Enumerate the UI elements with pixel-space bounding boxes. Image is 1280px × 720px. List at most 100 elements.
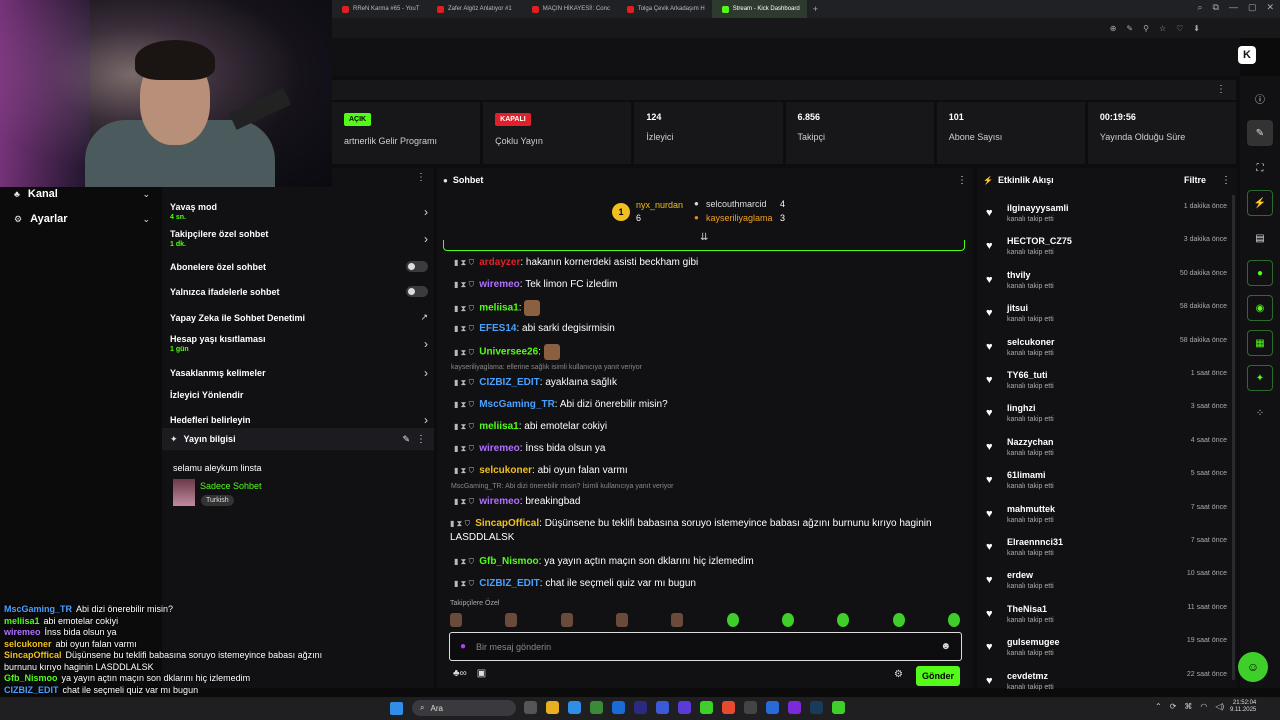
mod-actions-icon[interactable]: ▮ ⧗ ⛉ (454, 466, 474, 475)
edit-icon[interactable]: ✎ (402, 434, 410, 445)
chat-username[interactable]: wiremeo (479, 496, 520, 507)
app-icon[interactable] (590, 701, 603, 714)
browser-tab[interactable]: Zafer Algöz Anlatıyor #1 (427, 0, 522, 18)
taskbar-clock[interactable]: 21:52:04 9.11.2025 (1230, 700, 1256, 714)
chat-message[interactable]: ▮ ⧗ ⛉ CIZBIZ_EDIT: chat ile seçmeli quiz … (454, 577, 969, 591)
activity-item[interactable]: ♥ erdew kanalı takip etti 10 saat önce (986, 569, 1229, 599)
chat-message[interactable]: ▮ ⧗ ⛉ SincapOffical: Düşünsene bu teklifi… (450, 517, 965, 545)
setting-goals[interactable]: Hedefleri belirleyin › (170, 413, 428, 427)
emote[interactable] (837, 613, 850, 627)
edit-icon[interactable]: ✎ (1247, 120, 1273, 146)
chat-icon[interactable]: ● (1247, 260, 1273, 286)
wifi-icon[interactable]: ◠ (1200, 702, 1207, 711)
broadcast-icon[interactable]: ◉ (1247, 295, 1273, 321)
mod-actions-icon[interactable]: ▮ ⧗ ⛉ (454, 579, 474, 588)
emoji-icon[interactable]: ☻ (940, 641, 951, 652)
chat-message[interactable]: ▮ ⧗ ⛉ Gfb_Nismoo: ya yayın açtın maçın so… (454, 555, 969, 569)
kick-chat-fab[interactable]: ☺ (1238, 652, 1268, 682)
sync-icon[interactable]: ⟳ (1170, 702, 1177, 711)
apps-icon[interactable]: ⁘ (1247, 400, 1273, 426)
mod-actions-icon[interactable]: ▮ ⧗ ⛉ (454, 324, 474, 333)
setting-account-age[interactable]: Hesap yaşı kısıtlaması 1 gün › (170, 334, 428, 353)
kick-points-icon[interactable]: ♣∞ (453, 668, 467, 679)
chat-username[interactable]: CIZBIZ_EDIT (479, 578, 540, 589)
user-avatar[interactable]: K (1238, 46, 1256, 64)
emote[interactable] (892, 613, 905, 627)
scrollbar[interactable] (1232, 195, 1235, 680)
app-icon[interactable] (766, 701, 779, 714)
activity-item[interactable]: ♥ HECTOR_CZ75 kanalı takip etti 3 dakika ön… (986, 235, 1229, 265)
more-icon[interactable]: ⋮ (416, 172, 426, 183)
chat-username[interactable]: EFES14 (479, 323, 516, 334)
chat-username[interactable]: SincapOffical (475, 518, 539, 529)
chat-username[interactable]: MscGaming_TR (479, 399, 555, 410)
chat-message[interactable]: ▮ ⧗ ⛉ selcukoner: abi oyun falan varmı (454, 464, 969, 478)
maximize-icon[interactable]: ▢ (1248, 2, 1257, 13)
app-icon[interactable] (656, 701, 669, 714)
chat-username[interactable]: meliisa1 (479, 421, 518, 432)
more-icon[interactable]: ⋮ (416, 434, 426, 445)
app-icon[interactable] (744, 701, 757, 714)
activity-item[interactable]: ♥ gulsemugee kanalı takip etti 19 saat önce (986, 636, 1229, 666)
setting-raid[interactable]: İzleyici Yönlendir (170, 390, 428, 400)
app-icon[interactable] (810, 701, 823, 714)
mod-actions-icon[interactable]: ▮ ⧗ ⛉ (454, 378, 474, 387)
store-icon[interactable]: ▣ (477, 668, 486, 679)
activity-item[interactable]: ♥ thvily kanalı takip etti 50 dakika önce (986, 269, 1229, 299)
mod-actions-icon[interactable]: ▮ ⧗ ⛉ (454, 400, 474, 409)
app-icon[interactable] (612, 701, 625, 714)
close-icon[interactable]: ✕ (1266, 2, 1274, 13)
volume-icon[interactable]: ◁) (1215, 702, 1224, 711)
activity-item[interactable]: ♥ jitsui kanalı takip etti 58 dakika önce (986, 302, 1229, 332)
mod-actions-icon[interactable]: ▮ ⧗ ⛉ (454, 497, 474, 506)
app-icon[interactable] (678, 701, 691, 714)
emote[interactable] (726, 613, 739, 627)
emote[interactable] (781, 613, 794, 627)
gear-icon[interactable]: ⚙ (894, 669, 903, 680)
mod-actions-icon[interactable]: ▮ ⧗ ⛉ (454, 258, 474, 267)
heart-icon[interactable]: ♡ (1176, 24, 1183, 33)
chat-message[interactable]: ▮ ⧗ ⛉ wiremeo: breakingbad (454, 495, 969, 509)
setting-ai-moderation[interactable]: Yapay Zeka ile Sohbet Denetimi ↗ (170, 312, 428, 323)
microphone-icon[interactable]: ● (460, 641, 466, 652)
mod-actions-icon[interactable]: ▮ ⧗ ⛉ (454, 444, 474, 453)
app-icon[interactable] (832, 701, 845, 714)
chat-username[interactable]: selcukoner (479, 465, 532, 476)
activity-item[interactable]: ♥ TheNisa1 kanalı takip etti 11 saat önce (986, 603, 1229, 633)
more-icon[interactable]: ⋮ (1221, 175, 1231, 186)
chat-message[interactable]: ▮ ⧗ ⛉ Universee26: (454, 344, 969, 360)
app-icon[interactable] (700, 701, 713, 714)
chat-message[interactable]: ▮ ⧗ ⛉ MscGaming_TR: Abi dizi önerebilir m… (454, 398, 969, 412)
chat-message[interactable]: ▮ ⧗ ⛉ ardayzer: hakanın kornerdeki asisti… (454, 256, 969, 270)
chat-input[interactable] (476, 641, 931, 652)
chat-username[interactable]: Universee26 (479, 347, 538, 358)
chat-message[interactable]: ▮ ⧗ ⛉ wiremeo: İnss bida olsun ya (454, 442, 969, 456)
nav-settings[interactable]: ⚙ Ayarlar ⌄ (14, 213, 150, 225)
chat-username[interactable]: Gfb_Nismoo (479, 556, 538, 567)
chat-message[interactable]: ▮ ⧗ ⛉ meliisa1: (454, 300, 969, 316)
emotes-only-toggle[interactable] (406, 286, 428, 297)
more-icon[interactable]: ⋮ (957, 175, 967, 186)
app-icon[interactable] (722, 701, 735, 714)
emote[interactable] (560, 613, 573, 627)
emote[interactable] (450, 613, 462, 627)
app-icon[interactable] (634, 701, 647, 714)
app-icon[interactable] (524, 701, 537, 714)
nav-channel[interactable]: ♣ Kanal ⌄ (14, 188, 150, 200)
app-icon[interactable] (546, 701, 559, 714)
scroll-down-icon[interactable]: ⇊ (700, 232, 708, 243)
network-icon[interactable]: ⌘ (1184, 702, 1192, 711)
activity-item[interactable]: ♥ linghzi kanalı takip etti 3 saat önce (986, 402, 1229, 432)
download-icon[interactable]: ⬇ (1193, 24, 1200, 33)
filter-button[interactable]: Filtre (1184, 175, 1206, 185)
layout-icon[interactable]: ▦ (1247, 330, 1273, 356)
chat-username[interactable]: wiremeo (479, 443, 520, 454)
chevron-up-icon[interactable]: ⌃ (1155, 702, 1162, 711)
mod-actions-icon[interactable]: ▮ ⧗ ⛉ (454, 422, 474, 431)
browser-tab[interactable]: MAÇIN HİKAYESİ!: Conc (522, 0, 617, 18)
activity-item[interactable]: ♥ selcukoner kanalı takip etti 58 dakika ön… (986, 336, 1229, 366)
crop-icon[interactable]: ⛶ (1247, 155, 1273, 181)
category-name[interactable]: Sadece Sohbet (200, 481, 262, 491)
chat-message[interactable]: ▮ ⧗ ⛉ meliisa1: abi emotelar cokiyi (454, 420, 969, 434)
mod-actions-icon[interactable]: ▮ ⧗ ⛉ (454, 557, 474, 566)
